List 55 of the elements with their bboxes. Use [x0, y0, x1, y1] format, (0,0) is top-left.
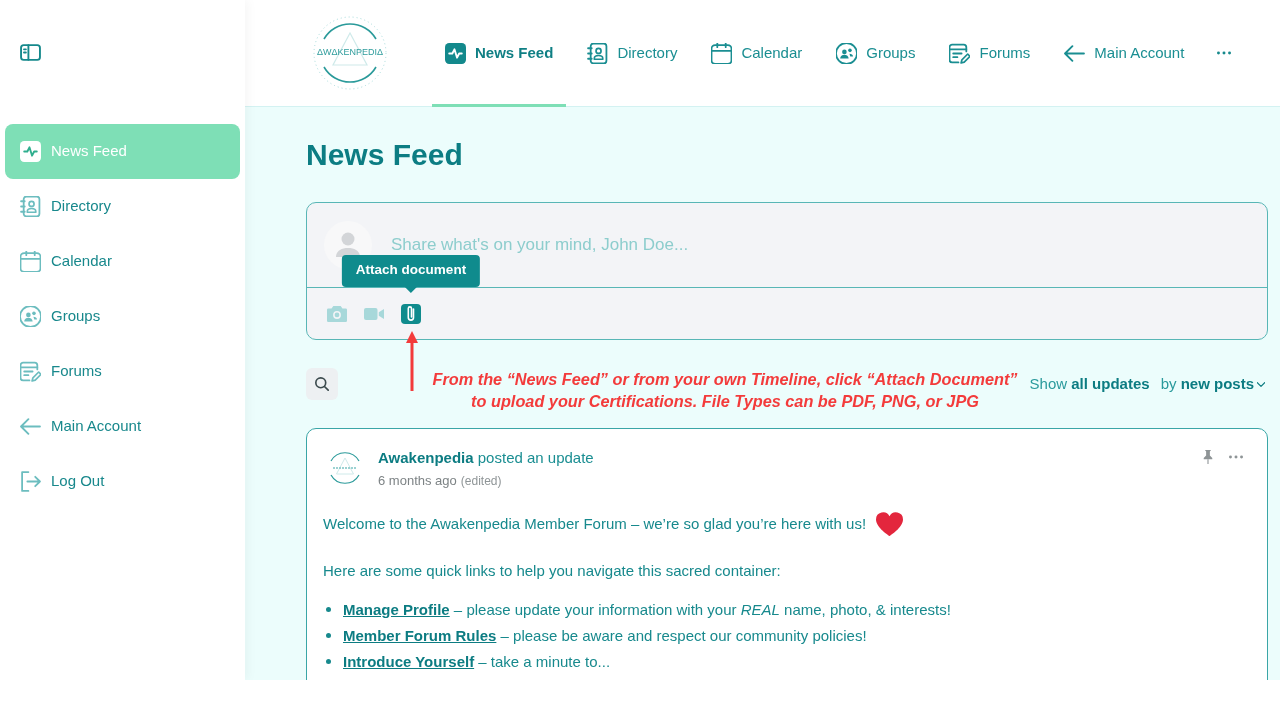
- nav-tab[interactable]: Calendar: [698, 0, 816, 106]
- nav-tab[interactable]: Directory: [574, 0, 691, 106]
- nav-tab[interactable]: Forums: [936, 0, 1044, 106]
- nav-tab[interactable]: Groups: [823, 0, 929, 106]
- sidebar-item[interactable]: Groups: [5, 289, 240, 344]
- annotation-arrow: [406, 331, 418, 391]
- note-pencil-icon: [20, 361, 41, 382]
- calendar-icon: [20, 251, 41, 272]
- contact-book-icon: [20, 196, 41, 217]
- more-icon[interactable]: [1229, 455, 1243, 459]
- more-icon[interactable]: [1217, 51, 1232, 55]
- link[interactable]: Introduce Yourself: [343, 652, 475, 670]
- arrow-left-icon: [20, 416, 41, 437]
- list-item-text: Member Forum Rules – please be aware and respect our community policies!: [343, 625, 867, 646]
- bullet-icon: [326, 633, 331, 638]
- link[interactable]: Member Forum Rules: [343, 626, 497, 644]
- arrow-left-icon: [1064, 42, 1086, 64]
- tooltip: Attach document: [341, 254, 481, 293]
- sidebar-item[interactable]: Calendar: [5, 234, 240, 289]
- heart-icon: [876, 511, 904, 536]
- note-pencil-icon: [949, 42, 971, 64]
- post-paragraph: Welcome to the Awakenpedia Member Forum – we’re so glad you’re here with us!: [323, 513, 867, 534]
- bullet-icon: [326, 659, 331, 664]
- pin-icon[interactable]: [1203, 450, 1213, 464]
- list-item-text: Introduce Yourself – take a minute to...: [343, 651, 611, 672]
- search-icon: [315, 377, 329, 391]
- logo-text: ΔWΔKENPEDIΔ: [315, 46, 384, 58]
- post-author-line: Awakenpedia posted an update: [378, 448, 594, 468]
- annotation-text: From the “News Feed” or from your own Timeline, click “Attach Document” to upload your Certifications. File Types can be PDF, PNG, or JPG: [431, 369, 1019, 412]
- sidebar-item[interactable]: Main Account: [5, 399, 240, 454]
- sidebar-item[interactable]: Forums: [5, 344, 240, 399]
- search-button[interactable]: [306, 368, 338, 400]
- link[interactable]: Manage Profile: [343, 600, 450, 618]
- calendar-icon: [711, 42, 733, 64]
- nav-tab[interactable]: Main Account: [1051, 0, 1198, 106]
- post-paragraph: Here are some quick links to help you navigate this sacred container:: [323, 560, 781, 581]
- pulse-icon: [20, 141, 41, 162]
- filter-dropdown[interactable]: by new posts: [1160, 372, 1265, 396]
- sidebar-item[interactable]: Log Out: [5, 454, 240, 509]
- post-time: 6 months ago: [378, 472, 457, 490]
- edited-label: (edited): [460, 473, 502, 490]
- nav-tab[interactable]: News Feed: [432, 0, 567, 106]
- sidebar-toggle-icon[interactable]: [20, 43, 41, 61]
- people-icon: [20, 306, 41, 327]
- logo-emblem-icon: [310, 13, 390, 93]
- paperclip-document-icon[interactable]: [401, 303, 421, 324]
- contact-book-icon: [587, 42, 609, 64]
- pulse-icon: [445, 42, 466, 64]
- list-item-text: Manage Profile – please update your information with your REAL name, photo, & interests!: [343, 599, 951, 620]
- logout-icon: [20, 471, 41, 492]
- filter-dropdown[interactable]: Show all updates: [1029, 372, 1150, 396]
- people-icon: [836, 42, 858, 64]
- bullet-icon: [326, 607, 331, 612]
- sidebar-item[interactable]: Directory: [5, 179, 240, 234]
- page-title: News Feed: [306, 137, 463, 173]
